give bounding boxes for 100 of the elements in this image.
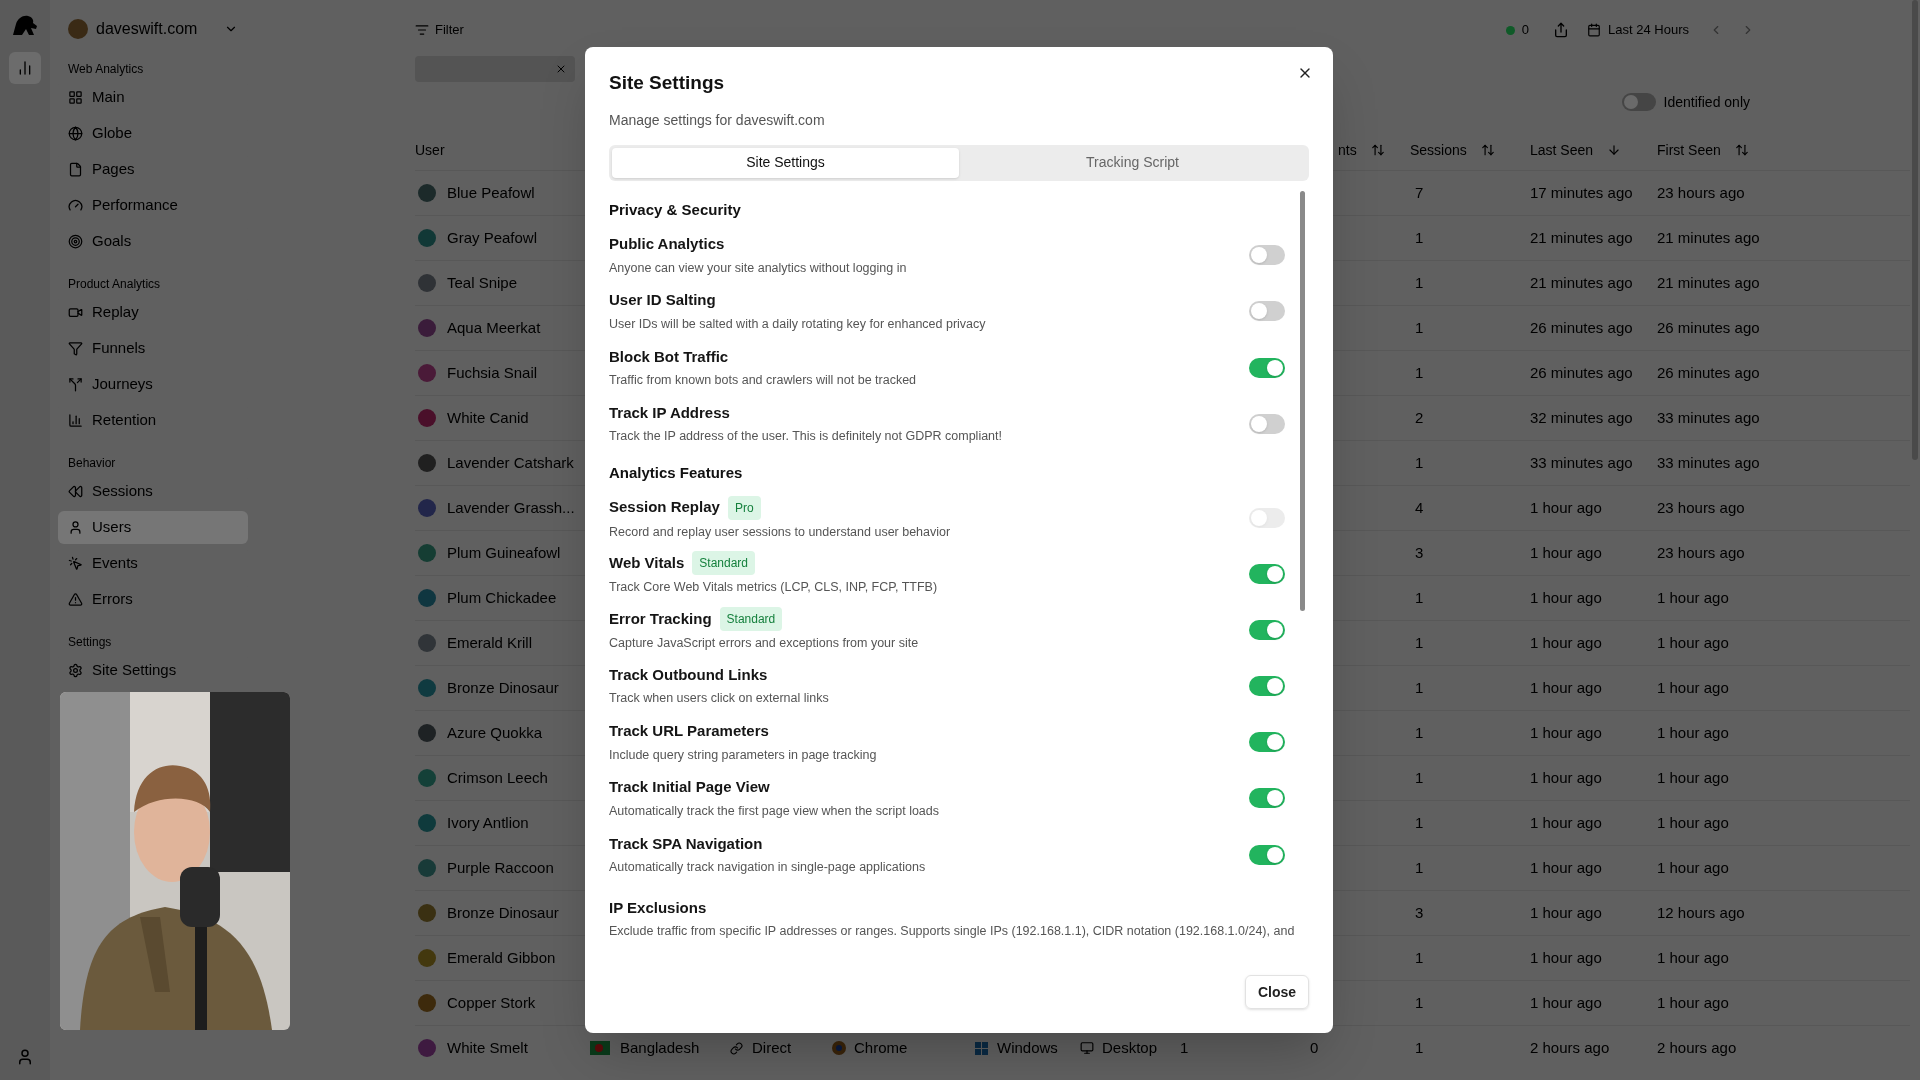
user-name: Emerald Gibbon <box>447 947 556 968</box>
table-cell-text: 1 hour ago <box>1530 992 1602 1013</box>
table-cell-text: 7 <box>1415 182 1424 203</box>
setting-description: Traffic from known bots and crawlers will not be tracked <box>609 372 917 389</box>
sort-icon[interactable] <box>1734 143 1749 157</box>
toggle-switch[interactable] <box>1249 732 1285 753</box>
table-cell-text: 3 <box>1415 902 1424 923</box>
plan-badge: Standard <box>692 551 755 576</box>
toggle-switch[interactable] <box>1249 788 1285 809</box>
toggle-switch[interactable] <box>1249 675 1285 696</box>
analytics-rail-button[interactable] <box>9 52 41 84</box>
flag-icon <box>590 1041 610 1055</box>
section-heading: Analytics Features <box>609 463 743 483</box>
gauge-icon <box>68 198 83 213</box>
table-cell-text: 1 <box>1415 317 1424 338</box>
setting-title: Public Analytics <box>609 234 725 254</box>
country-text: Bangladesh <box>620 1037 700 1058</box>
filter-button[interactable]: Filter <box>415 20 464 40</box>
setting-description: Automatically track navigation in single-page applications <box>609 859 926 876</box>
browser-text: Chrome <box>854 1037 908 1058</box>
setting-title: Track SPA Navigation <box>609 833 763 854</box>
table-cell-text: 33 minutes ago <box>1530 452 1633 473</box>
column-header[interactable]: Last Seen <box>1530 139 1594 161</box>
device-text: Desktop <box>1102 1037 1158 1058</box>
table-cell-text: 1 <box>1180 1037 1189 1058</box>
table-cell-text: 4 <box>1415 497 1424 518</box>
table-cell-text: 26 minutes ago <box>1530 362 1633 383</box>
column-header[interactable]: First Seen <box>1657 139 1721 161</box>
sort-icon[interactable] <box>1370 143 1385 157</box>
table-cell-text: 1 <box>1415 812 1424 833</box>
user-icon <box>68 520 83 535</box>
column-header[interactable]: nts <box>1338 139 1357 161</box>
table-cell-text: 1 hour ago <box>1530 542 1602 563</box>
user-name: Lavender Grassh... <box>447 497 575 518</box>
table-cell-text: 33 minutes ago <box>1657 407 1760 428</box>
setting-description: User IDs will be salted with a daily rotating key for enhanced privacy <box>609 315 986 333</box>
column-header[interactable]: Sessions <box>1410 139 1467 161</box>
table-cell-text: 23 hours ago <box>1657 182 1745 203</box>
site-selector[interactable]: daveswift.com <box>58 12 248 46</box>
calendar-icon <box>1587 23 1602 37</box>
live-count: 0 <box>1521 21 1530 40</box>
table-cell-text: 26 minutes ago <box>1530 317 1633 338</box>
user-name: White Canid <box>447 407 529 428</box>
toggle-switch[interactable] <box>1249 619 1285 640</box>
scrollbar[interactable] <box>1300 190 1305 611</box>
table-cell-text: 12 hours ago <box>1657 902 1745 923</box>
table-cell-text: 21 minutes ago <box>1657 272 1760 293</box>
table-cell-text: 1 <box>1415 767 1424 788</box>
logo-icon[interactable] <box>12 14 38 36</box>
user-name: Bronze Dinosaur <box>447 902 559 923</box>
toggle-switch[interactable] <box>1249 301 1285 322</box>
referrer-text: Direct <box>752 1037 792 1058</box>
toggle-switch[interactable] <box>1249 844 1285 865</box>
live-indicator-icon <box>1505 25 1515 35</box>
table-cell-text: 26 minutes ago <box>1657 317 1760 338</box>
toggle-switch[interactable] <box>1249 357 1285 378</box>
toggle-switch[interactable] <box>1249 245 1285 266</box>
target-icon <box>68 234 83 249</box>
sort-icon[interactable] <box>1480 143 1495 157</box>
funnel-icon <box>68 341 83 356</box>
table-cell-text: 1 hour ago <box>1657 992 1729 1013</box>
column-header[interactable]: User <box>415 139 445 161</box>
tab[interactable]: Site Settings <box>612 147 959 178</box>
section-heading: Privacy & Security <box>609 199 741 220</box>
toggle-switch[interactable] <box>1249 413 1285 434</box>
date-range-button[interactable]: Last 24 Hours <box>1587 20 1689 40</box>
plan-badge: Standard <box>719 607 783 631</box>
table-cell-text: 21 minutes ago <box>1657 227 1760 248</box>
setting-title: IP Exclusions <box>609 897 707 918</box>
filter-icon <box>415 23 429 37</box>
toggle-switch[interactable] <box>1249 564 1285 585</box>
table-cell-text: 1 <box>1415 362 1424 383</box>
setting-description: Anyone can view your site analytics without logging in <box>609 259 907 277</box>
close-button[interactable]: Close <box>1244 975 1309 1009</box>
setting-description: Track when users click on external links <box>609 690 829 708</box>
sidebar-item[interactable]: Users <box>58 511 248 544</box>
setting-title: Web Vitals <box>609 553 685 573</box>
table-cell-text: 1 <box>1415 452 1424 473</box>
table-cell-text: 21 minutes ago <box>1530 227 1633 248</box>
section-label: Settings <box>67 634 113 651</box>
user-name: Plum Guineafowl <box>447 542 561 563</box>
toggle-switch[interactable] <box>1621 93 1656 111</box>
setting-description: Automatically track the first page view when the script loads <box>609 802 939 820</box>
dialog-subtitle: Manage settings for daveswift.com <box>609 110 825 130</box>
bar-chart-icon <box>17 60 33 76</box>
share-icon[interactable] <box>1553 22 1570 38</box>
tab[interactable]: Tracking Script <box>959 147 1306 178</box>
table-cell-text: 1 <box>1415 632 1424 653</box>
section-label: Product Analytics <box>67 276 162 293</box>
table-cell-text: 1 hour ago <box>1657 587 1729 608</box>
table-cell-text: 1 hour ago <box>1657 857 1729 878</box>
os-text: Windows <box>997 1037 1058 1058</box>
link-icon <box>730 1041 743 1055</box>
split-icon <box>68 377 83 392</box>
table-cell-text: 1 hour ago <box>1657 677 1729 698</box>
table-cell-text: 1 hour ago <box>1530 587 1602 608</box>
setting-title: Block Bot Traffic <box>609 346 729 367</box>
setting-description: Capture JavaScript errors and exceptions from your site <box>609 635 919 652</box>
user-icon[interactable] <box>16 1048 34 1066</box>
table-cell-text: 17 minutes ago <box>1530 182 1633 203</box>
